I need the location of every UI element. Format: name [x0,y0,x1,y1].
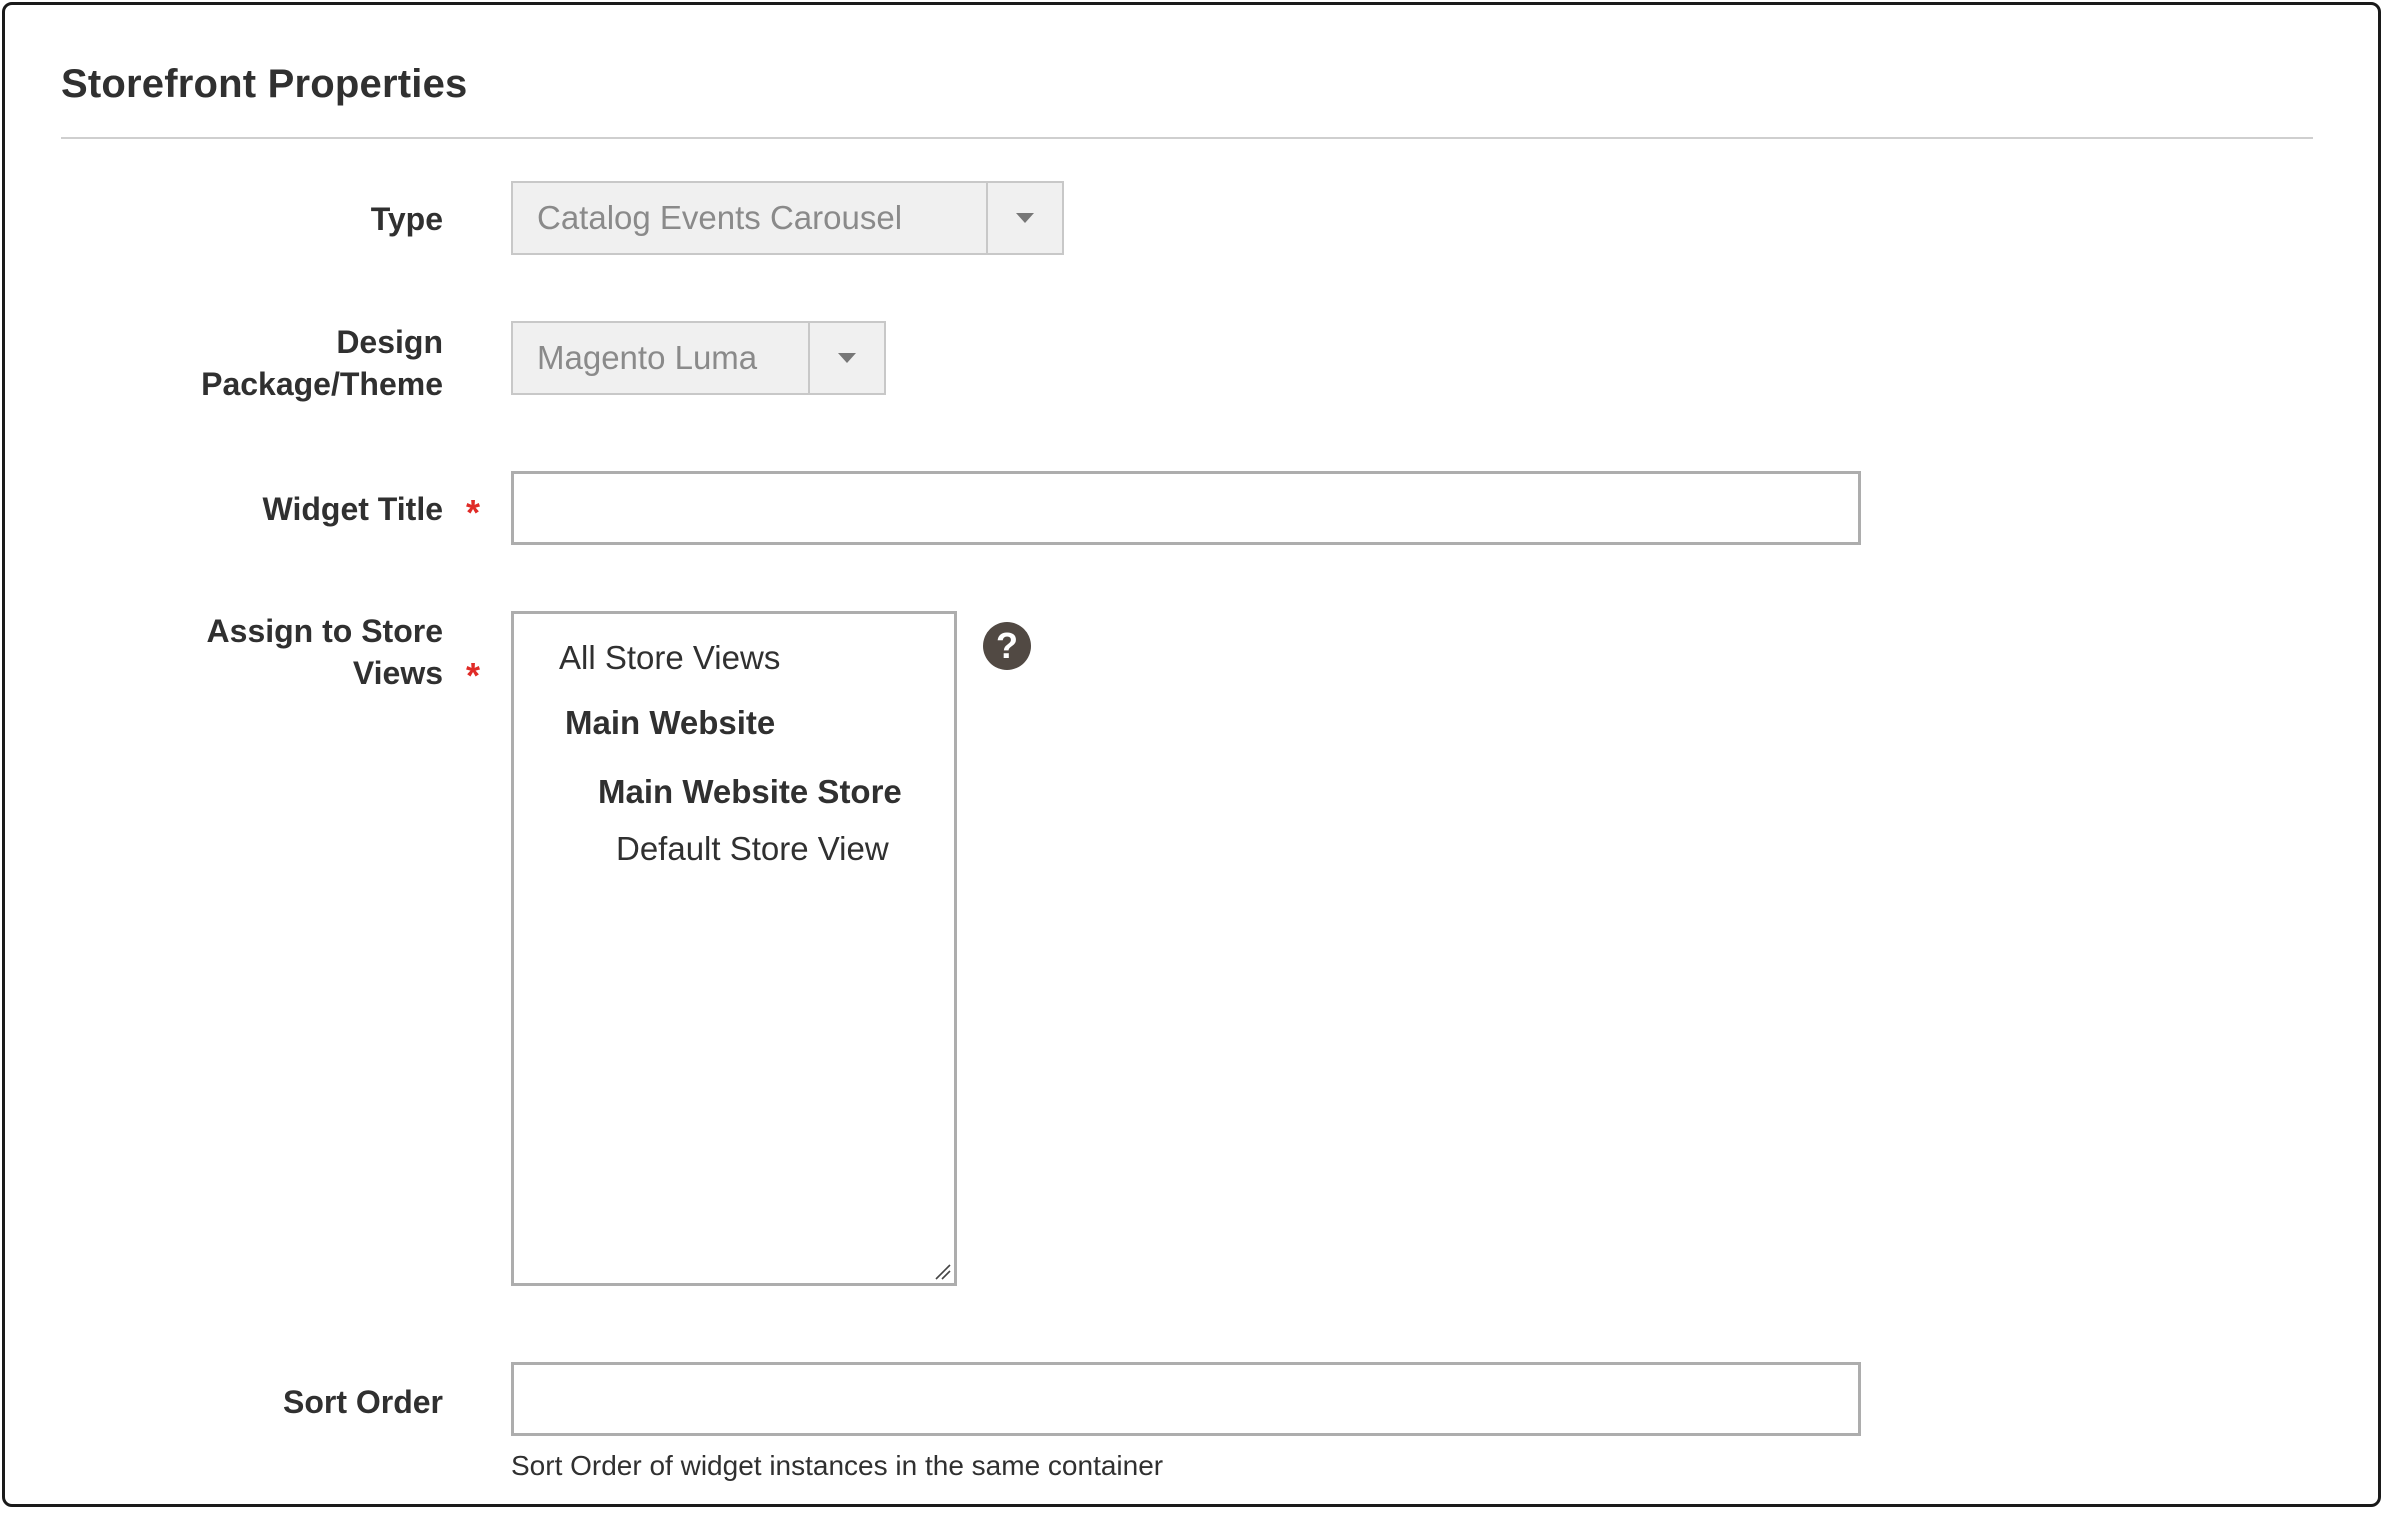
section-divider [61,137,2313,139]
sort-order-input[interactable] [511,1362,1861,1436]
store-view-option-all[interactable]: All Store Views [559,639,780,677]
chevron-down-icon [1016,213,1034,223]
storefront-properties-panel [2,2,2381,1507]
widget-title-label: Widget Title [262,491,443,527]
design-theme-label-line1: Design [336,324,443,360]
store-views-label-line2: Views [352,655,443,691]
design-theme-select[interactable]: Magento Luma [511,321,886,395]
design-theme-select-toggle[interactable] [808,323,884,393]
chevron-down-icon [838,353,856,363]
type-label: Type [370,201,443,237]
store-views-label: Assign to Store Views [207,610,443,694]
widget-title-required-mark: * [466,492,481,533]
type-select[interactable]: Catalog Events Carousel [511,181,1064,255]
store-view-group-main-website-store: Main Website Store [598,773,902,810]
store-view-option-default[interactable]: Default Store View [616,830,889,868]
store-views-required-mark: * [466,655,481,696]
design-theme-label: Design Package/Theme [201,321,443,405]
design-theme-label-line2: Package/Theme [201,366,443,402]
resize-grip-icon[interactable] [933,1262,951,1280]
sort-order-note: Sort Order of widget instances in the sa… [511,1450,1164,1481]
sort-order-label: Sort Order [282,1384,443,1420]
store-view-group-main-website: Main Website [565,704,776,741]
store-views-multiselect[interactable]: All Store Views Main Website Main Websit… [511,611,957,1286]
design-theme-select-value: Magento Luma [537,339,758,376]
type-select-value: Catalog Events Carousel [537,199,903,236]
store-views-label-line1: Assign to Store [206,613,443,649]
type-select-toggle[interactable] [986,183,1062,253]
help-icon[interactable]: ? [983,622,1031,670]
section-title: Storefront Properties [61,62,468,106]
widget-title-input[interactable] [511,471,1861,545]
